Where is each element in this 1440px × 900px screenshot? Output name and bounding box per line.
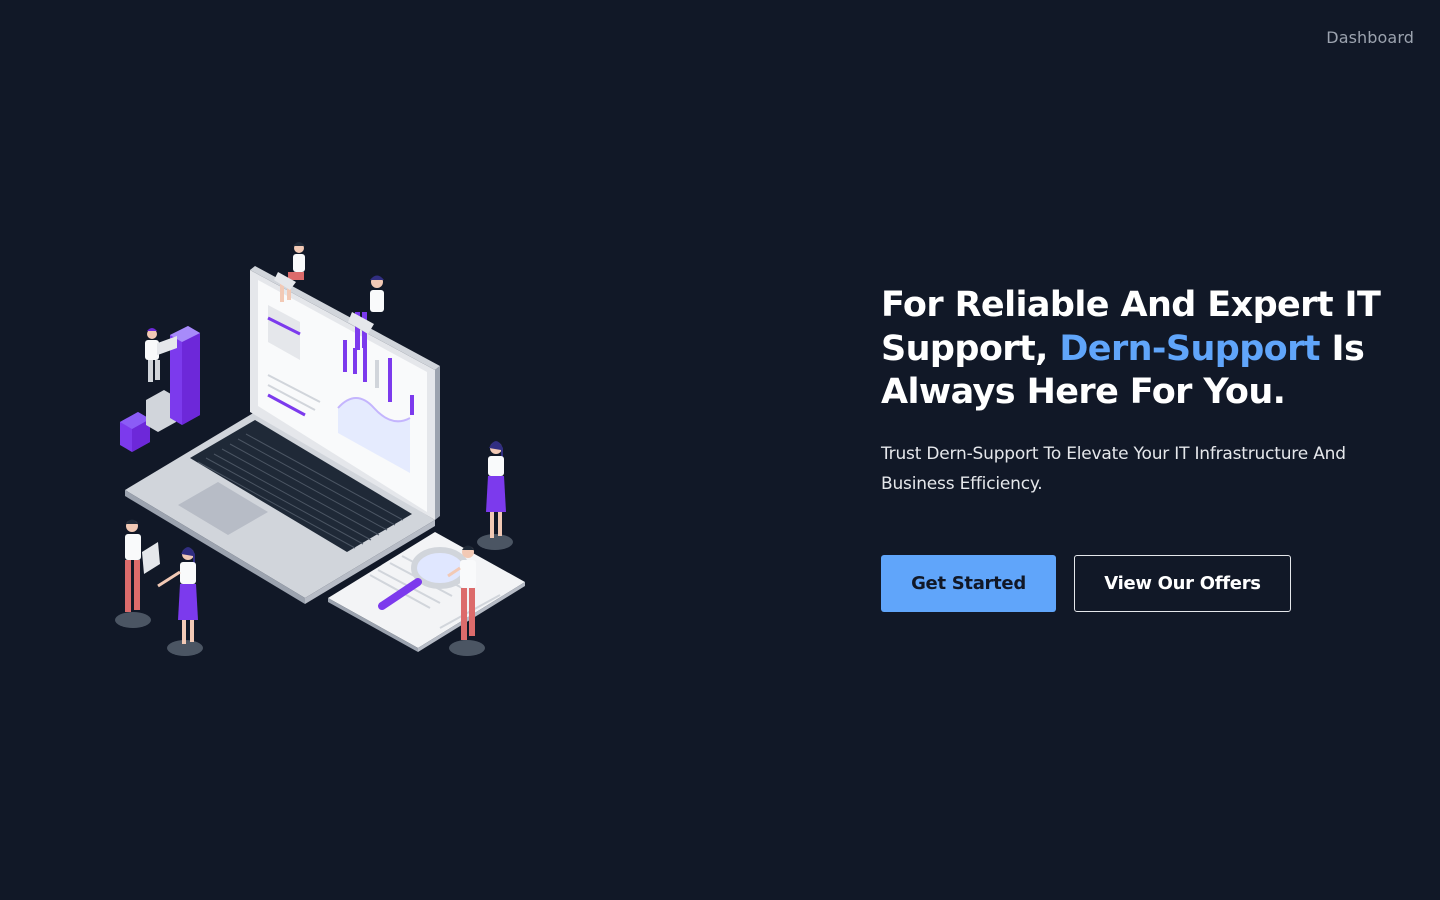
top-nav: Dashboard	[1326, 28, 1414, 47]
hero-title-accent: Dern-Support	[1059, 328, 1320, 369]
hero-actions: Get Started View Our Offers	[881, 554, 1401, 612]
hero-subtitle: Trust Dern-Support To Elevate Your IT In…	[881, 443, 1346, 494]
hero-section: For Reliable And Expert IT Support, Dern…	[881, 284, 1401, 612]
dashboard-link[interactable]: Dashboard	[1326, 28, 1414, 47]
hero-illustration	[35, 230, 540, 670]
view-offers-button[interactable]: View Our Offers	[1074, 554, 1291, 612]
landing-page: Dashboard For Reliable And Expert IT Sup…	[0, 0, 1440, 900]
people-bottom-left	[115, 519, 203, 656]
hero-title: For Reliable And Expert IT Support, Dern…	[881, 284, 1401, 415]
person-standing-right	[477, 441, 513, 550]
laptop	[125, 266, 440, 604]
get-started-button[interactable]: Get Started	[881, 554, 1056, 612]
